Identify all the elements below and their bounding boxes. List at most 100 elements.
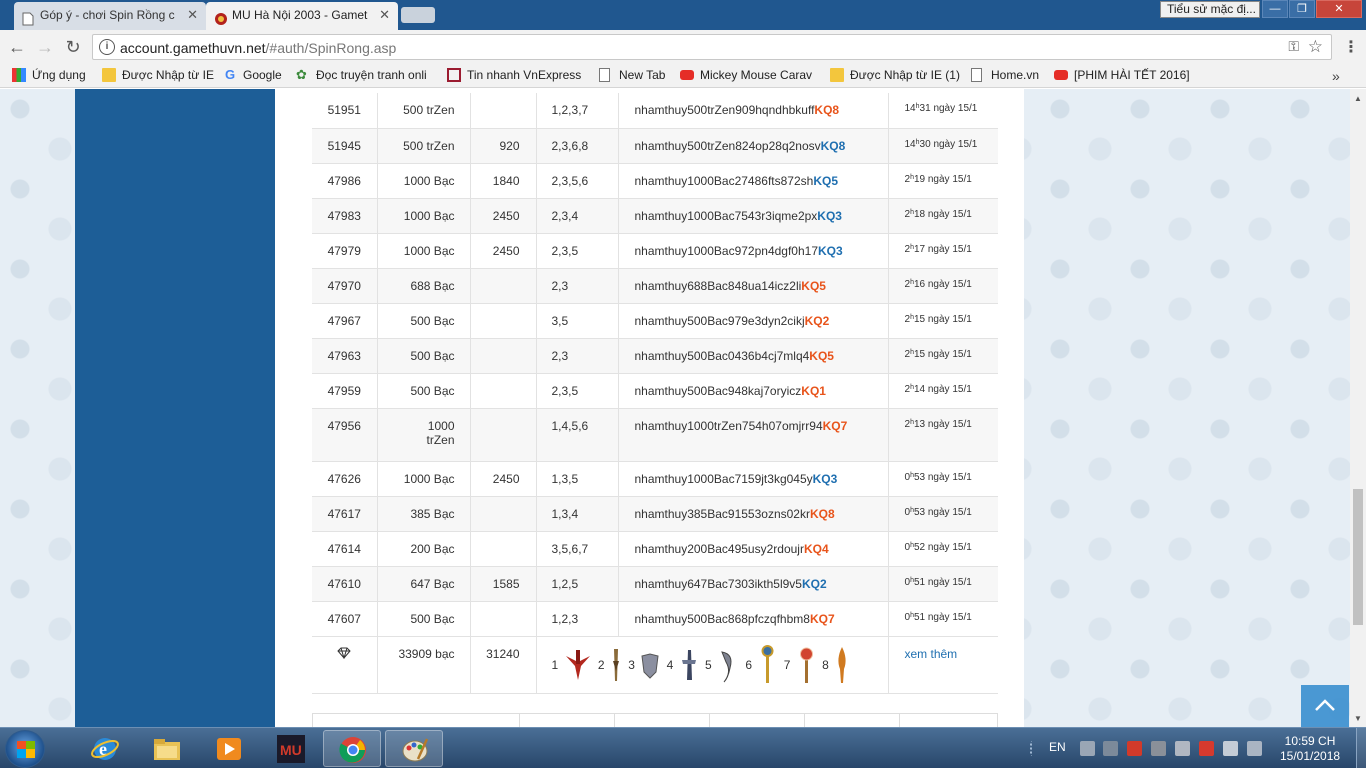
vertical-scrollbar[interactable]: ▲ ▼	[1350, 89, 1366, 727]
tray-volume-muted-icon[interactable]	[1223, 741, 1238, 756]
bookmarks-bar: Ứng dụng Được Nhập từ IE G Google ✿ Đọc tr…	[0, 64, 1366, 88]
back-arrow-icon[interactable]: ←	[6, 36, 28, 58]
time-date: ngày 15/1	[927, 541, 972, 553]
bet-amount: 1000 Bạc	[377, 233, 471, 269]
address-bar[interactable]: i account.gamethuvn.net/#auth/SpinRong.a…	[92, 34, 1332, 60]
taskbar-chrome[interactable]	[323, 730, 381, 767]
apps-icon	[12, 68, 26, 82]
bookmark-apps[interactable]: Ứng dụng	[12, 68, 86, 84]
tab-mu-ha-noi[interactable]: MU Hà Nội 2003 - Gamet ✕	[206, 2, 398, 30]
time-minute: 15	[913, 348, 926, 360]
see-more-link[interactable]: xem thêm	[905, 647, 958, 661]
bet-amount: 1000 Bạc	[377, 461, 471, 497]
spin-code: nhamthuy1000Bac27486fts872shKQ5	[618, 163, 889, 199]
dark-blade-icon	[681, 649, 696, 680]
chevron-up-icon	[1315, 699, 1335, 711]
tray-pen-icon[interactable]	[1103, 741, 1118, 756]
spin-code: nhamthuy500Bac948kaj7oryiczKQ1	[618, 373, 889, 409]
bookmark-new-tab[interactable]: New Tab	[599, 68, 665, 84]
taskbar-mu-game[interactable]: MU	[262, 730, 320, 767]
result-badge: KQ5	[801, 278, 826, 293]
win-amount: 1840	[470, 163, 537, 199]
code-text: nhamthuy500Bac868pfczqfhbm8	[634, 611, 810, 626]
folder-icon	[102, 68, 116, 82]
spin-time: 2h13 ngày 15/1	[888, 408, 998, 462]
taskbar-media-player[interactable]	[200, 730, 258, 767]
tab-gop-y[interactable]: Góp ý - chơi Spin Rồng c ✕	[14, 2, 206, 30]
close-icon[interactable]: ✕	[187, 2, 198, 28]
tray-tool-icon[interactable]	[1080, 741, 1095, 756]
start-button[interactable]	[5, 730, 45, 768]
forward-arrow-icon[interactable]: →	[34, 36, 56, 58]
close-icon[interactable]: ✕	[379, 2, 390, 28]
picked-numbers: 1,4,5,6	[536, 408, 619, 462]
golden-staff-icon	[761, 644, 774, 683]
bookmark-mickey[interactable]: Mickey Mouse Carav	[680, 68, 812, 84]
taskbar-ie[interactable]: e	[76, 730, 134, 767]
scroll-to-top-button[interactable]	[1301, 685, 1349, 727]
result-badge: KQ1	[801, 383, 826, 398]
table-row: 47986 1000 Bạc 1840 2,3,5,6 nhamthuy1000Bac2…	[312, 163, 998, 199]
time-date: ngày 15/1	[927, 278, 972, 290]
bookmark-google[interactable]: G Google	[223, 68, 282, 84]
bookmark-folder-ie-1[interactable]: Được Nhập từ IE (1)	[830, 68, 960, 84]
mu-game-icon: MU	[277, 735, 305, 763]
spin-id: 47607	[312, 601, 378, 637]
info-icon[interactable]: i	[99, 39, 115, 55]
scroll-down-arrow[interactable]: ▼	[1354, 714, 1362, 723]
code-text: nhamthuy1000Bac27486fts872sh	[634, 173, 814, 188]
scroll-up-arrow[interactable]: ▲	[1354, 94, 1362, 103]
show-desktop-button[interactable]	[1356, 728, 1366, 768]
next-table-header	[312, 713, 998, 728]
new-tab-button[interactable]	[401, 7, 435, 23]
taskbar-explorer[interactable]	[138, 730, 196, 767]
time-date: ngày 15/1	[927, 471, 972, 483]
spin-time: 2h19 ngày 15/1	[888, 163, 998, 199]
code-text: nhamthuy385Bac91553ozns02kr	[634, 506, 810, 521]
axe-icon	[641, 652, 659, 679]
time-minute: 17	[913, 243, 926, 255]
spin-id: 47979	[312, 233, 378, 269]
bookmark-folder-ie[interactable]: Được Nhập từ IE	[102, 68, 214, 84]
tab-title: Góp ý - chơi Spin Rồng c	[40, 8, 175, 22]
tray-safely-remove-icon[interactable]	[1151, 741, 1166, 756]
tray-vietkey-icon[interactable]	[1127, 741, 1142, 756]
spin-code: nhamthuy1000Bac972pn4dgf0h17KQ3	[618, 233, 889, 269]
tray-power-icon[interactable]	[1247, 741, 1262, 756]
tray-network-error-icon[interactable]	[1199, 741, 1214, 756]
bookmark-doc-truyen[interactable]: ✿ Đọc truyện tranh onli	[296, 68, 427, 84]
spin-id: 47986	[312, 163, 378, 199]
svg-text:MU: MU	[280, 742, 302, 758]
taskbar-clock[interactable]: 10:59 CH 15/01/2018	[1280, 734, 1340, 764]
bookmark-vnexpress[interactable]: Tin nhanh VnExpress	[447, 68, 581, 84]
red-scepter-icon	[799, 647, 813, 683]
taskbar-paint[interactable]	[385, 730, 443, 767]
time-hour: 14	[904, 138, 916, 150]
language-indicator[interactable]: EN	[1049, 740, 1066, 754]
chevron-right-icon[interactable]: »	[1332, 68, 1340, 84]
picked-numbers: 2,3,5	[536, 373, 619, 409]
minimize-button[interactable]: —	[1262, 0, 1288, 18]
win-amount: 1585	[470, 566, 537, 602]
spin-code: nhamthuy1000Bac7159jt3kg045yKQ3	[618, 461, 889, 497]
time-date: ngày 15/1	[927, 313, 972, 325]
scrollbar-thumb[interactable]	[1353, 489, 1363, 625]
menu-icon[interactable]: ⋮	[1343, 37, 1359, 57]
key-icon[interactable]: ⚿	[1288, 38, 1299, 55]
spin-code: nhamthuy500trZen909hqndhbkuffKQ8	[618, 93, 889, 129]
window-close-button[interactable]: ✕	[1316, 0, 1362, 18]
reload-icon[interactable]: ↻	[62, 36, 84, 58]
tray-action-center-icon[interactable]	[1175, 741, 1190, 756]
spin-time: 0h53 ngày 15/1	[888, 461, 998, 497]
spin-id: 47963	[312, 338, 378, 374]
win-amount	[470, 303, 537, 339]
sword-red-icon	[565, 649, 590, 680]
picked-numbers: 1,2,3	[536, 601, 619, 637]
bookmark-phim-hai-tet[interactable]: [PHIM HÀI TẾT 2016]	[1054, 68, 1190, 84]
bet-amount: 500 Bạc	[377, 303, 471, 339]
maximize-button[interactable]: ❐	[1289, 0, 1315, 18]
windows-taskbar: e MU EN 10:59 CH 15/01/2018	[0, 727, 1366, 768]
bookmark-home-vn[interactable]: Home.vn	[971, 68, 1039, 84]
star-icon[interactable]: ☆	[1308, 37, 1323, 57]
spin-code: nhamthuy500Bac868pfczqfhbm8KQ7	[618, 601, 889, 637]
